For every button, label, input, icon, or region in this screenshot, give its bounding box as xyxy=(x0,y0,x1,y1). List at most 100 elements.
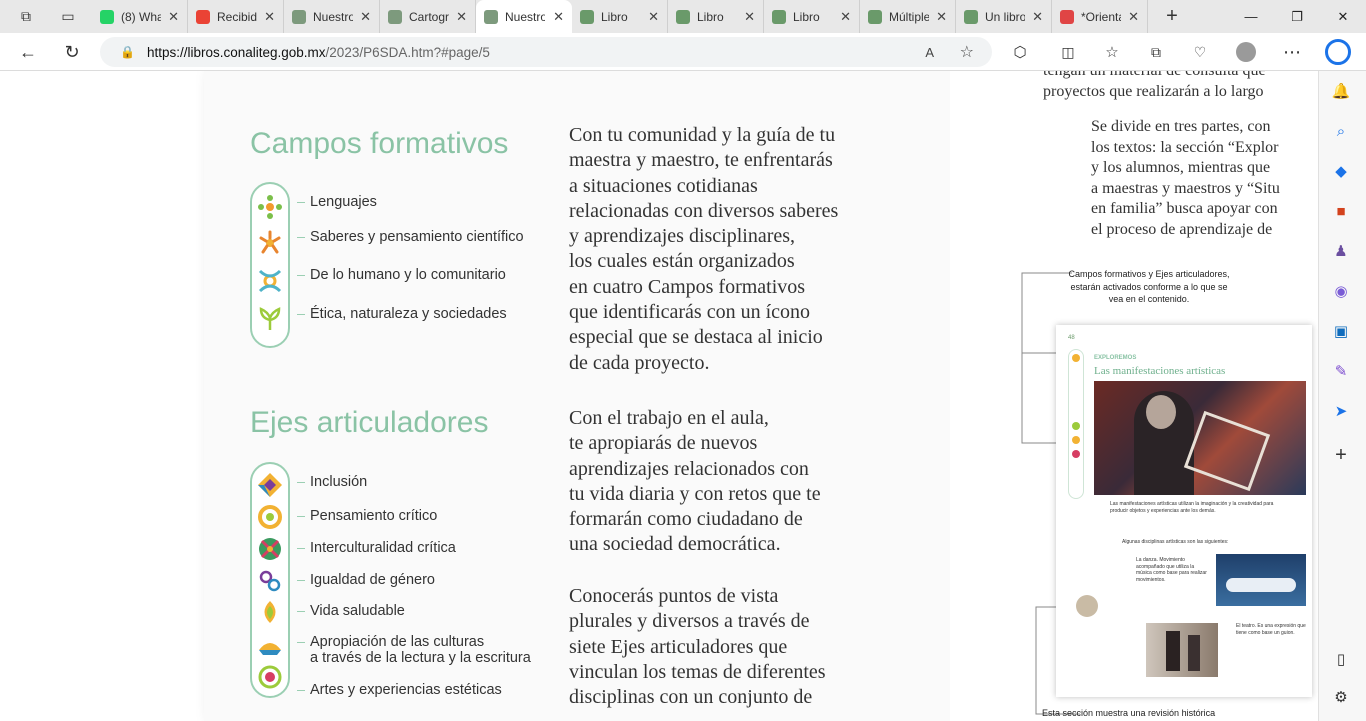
browser-tab[interactable]: Recibidos ✕ xyxy=(188,0,284,33)
page-viewport[interactable]: Campos formativos Lenguajes Saberes y pen… xyxy=(0,71,1318,721)
browser-tab[interactable]: Libro ✕ xyxy=(572,0,668,33)
send-icon[interactable]: ➤ xyxy=(1329,399,1353,423)
interculturalidad-icon xyxy=(259,538,281,560)
item-dash xyxy=(297,201,305,203)
tab-close-icon[interactable]: ✕ xyxy=(168,9,179,25)
browser-tab[interactable]: *Orientaciones ✕ xyxy=(1052,0,1148,33)
new-tab-button[interactable]: + xyxy=(1158,3,1186,31)
paragraph-line: plurales y diversos a través de xyxy=(569,610,810,633)
collections-icon[interactable]: ⧉ xyxy=(1142,39,1170,65)
ejes-icon-column xyxy=(250,462,290,698)
browser-tab[interactable]: Cartografía ✕ xyxy=(380,0,476,33)
campos-formativos-paragraph: Con tu comunidad y la guía de tu maestra … xyxy=(569,123,899,376)
paragraph-line: Conocerás puntos de vista xyxy=(569,585,779,607)
right-text-line: a maestras y maestros y “Situ xyxy=(1091,179,1280,197)
settings-more-icon[interactable]: ⋯ xyxy=(1278,39,1306,65)
paragraph-line: especial que se destaca al inicio xyxy=(569,326,823,349)
callout-line: estarán activados conforme a lo que se xyxy=(1070,281,1228,292)
browser-tab[interactable]: Libro ✕ xyxy=(668,0,764,33)
paragraph-line: y aprendizajes disciplinares, xyxy=(569,225,796,248)
browser-tab[interactable]: Un libro ✕ xyxy=(956,0,1052,33)
list-item: Artes y experiencias estéticas xyxy=(297,682,502,698)
paragraph-line: formarán como ciudadano de xyxy=(569,508,803,531)
tab-title: Libro xyxy=(793,9,820,24)
tab-close-icon[interactable]: ✕ xyxy=(648,9,659,25)
copilot-icon[interactable] xyxy=(1324,39,1352,65)
url-path: /2023/P6SDA.htm?#page/5 xyxy=(325,44,490,60)
tab-close-icon[interactable]: ✕ xyxy=(553,9,564,25)
tab-close-icon[interactable]: ✕ xyxy=(1128,9,1139,25)
tab-title: *Orientaciones xyxy=(1081,9,1121,24)
address-bar[interactable]: 🔒 https://libros.conaliteg.gob.mx/2023/P… xyxy=(100,37,992,67)
tab-close-icon[interactable]: ✕ xyxy=(840,9,851,25)
restore-button[interactable]: ❐ xyxy=(1274,0,1320,33)
tab-close-icon[interactable]: ✕ xyxy=(360,9,371,25)
sidebar-settings-gear-icon[interactable]: ⚙ xyxy=(1329,685,1353,709)
preview-theater-photo xyxy=(1146,623,1218,677)
tab-favicon-icon xyxy=(964,9,978,24)
games-icon[interactable]: ♟ xyxy=(1329,239,1353,263)
list-item: Pensamiento crítico xyxy=(297,508,437,524)
minimize-button[interactable]: — xyxy=(1228,0,1274,33)
favorite-star-icon[interactable]: ☆ xyxy=(960,42,974,62)
paragraph-line: tu vida diaria y con retos que te xyxy=(569,482,821,505)
tools-briefcase-icon[interactable]: ■ xyxy=(1329,199,1353,223)
book-page-right: tengan un material de consulta queproyec… xyxy=(950,71,1318,721)
viewer-margin xyxy=(0,71,204,721)
campos-formativos-title: Campos formativos xyxy=(250,127,509,160)
tab-favicon-icon xyxy=(772,9,786,24)
hide-sidebar-icon[interactable]: ▯ xyxy=(1329,647,1353,671)
igualdad-genero-icon xyxy=(259,570,281,592)
paragraph-line: a situaciones cotidianas xyxy=(569,174,758,197)
notifications-bell-icon[interactable]: 🔔 xyxy=(1329,79,1353,103)
list-item-label: Apropiación de las culturas xyxy=(310,634,485,650)
add-sidebar-app-icon[interactable]: + xyxy=(1329,443,1353,467)
paragraph-line: una sociedad democrática. xyxy=(569,533,781,556)
browser-tab[interactable]: Nuestros saberes ✕ xyxy=(284,0,380,33)
item-dash xyxy=(297,547,305,549)
performance-icon[interactable]: ♡ xyxy=(1186,39,1214,65)
paragraph-line: disciplinas con un conjunto de xyxy=(569,686,813,709)
browser-tab[interactable]: (8) WhatsApp ✕ xyxy=(92,0,188,33)
read-aloud-icon[interactable]: A xyxy=(925,45,934,60)
tab-actions-icon[interactable]: ▭ xyxy=(54,3,82,31)
search-icon[interactable]: ⌕ xyxy=(1329,119,1353,143)
item-dash xyxy=(297,641,305,643)
paragraph-line: los cuales están organizados xyxy=(569,250,795,273)
close-window-button[interactable]: ✕ xyxy=(1320,0,1366,33)
profile-avatar[interactable] xyxy=(1232,39,1260,65)
tab-title: (8) WhatsApp xyxy=(121,9,161,24)
tab-close-icon[interactable]: ✕ xyxy=(744,9,755,25)
ejes-paragraph-2: Conocerás puntos de vista plurales y dive… xyxy=(569,584,899,710)
list-item-label-line2: a través de la lectura y la escritura xyxy=(310,650,531,666)
tab-close-icon[interactable]: ✕ xyxy=(456,9,467,25)
list-item-label: Interculturalidad crítica xyxy=(310,540,456,556)
preview-section-label: EXPLOREMOS xyxy=(1094,355,1137,361)
tab-close-icon[interactable]: ✕ xyxy=(936,9,947,25)
split-screen-icon[interactable]: ◫ xyxy=(1054,39,1082,65)
extensions-icon[interactable]: ⬡ xyxy=(1006,39,1034,65)
browser-tab[interactable]: Nuestros saberes ✕ xyxy=(476,0,572,33)
vida-saludable-icon xyxy=(264,601,276,623)
tab-close-icon[interactable]: ✕ xyxy=(1032,9,1043,25)
browser-tab[interactable]: Múltiples ✕ xyxy=(860,0,956,33)
outlook-icon[interactable]: ▣ xyxy=(1329,319,1353,343)
list-item-label: Inclusión xyxy=(310,474,368,490)
navigation-bar: ← ↻ 🔒 https://libros.conaliteg.gob.mx/20… xyxy=(0,33,1366,71)
shopping-tag-icon[interactable]: ◆ xyxy=(1329,159,1353,183)
microsoft365-icon[interactable]: ◉ xyxy=(1329,279,1353,303)
refresh-button[interactable]: ↻ xyxy=(58,39,86,65)
back-button[interactable]: ← xyxy=(14,39,42,65)
tab-close-icon[interactable]: ✕ xyxy=(264,9,275,25)
browser-tab[interactable]: Libro ✕ xyxy=(764,0,860,33)
designer-icon[interactable]: ✎ xyxy=(1329,359,1353,383)
workspaces-icon[interactable]: ⧉ xyxy=(12,3,40,31)
list-item-label: Ética, naturaleza y sociedades xyxy=(310,306,507,322)
paragraph-line: maestra y maestro, te enfrentarás xyxy=(569,149,833,172)
preview-portrait-coin xyxy=(1076,595,1098,617)
tab-title: Libro xyxy=(601,9,628,24)
favorites-icon[interactable]: ☆ xyxy=(1098,39,1126,65)
book-page-left: Campos formativos Lenguajes Saberes y pen… xyxy=(204,71,950,721)
list-item-label: De lo humano y lo comunitario xyxy=(310,267,506,283)
humano-comunitario-icon xyxy=(258,269,282,293)
